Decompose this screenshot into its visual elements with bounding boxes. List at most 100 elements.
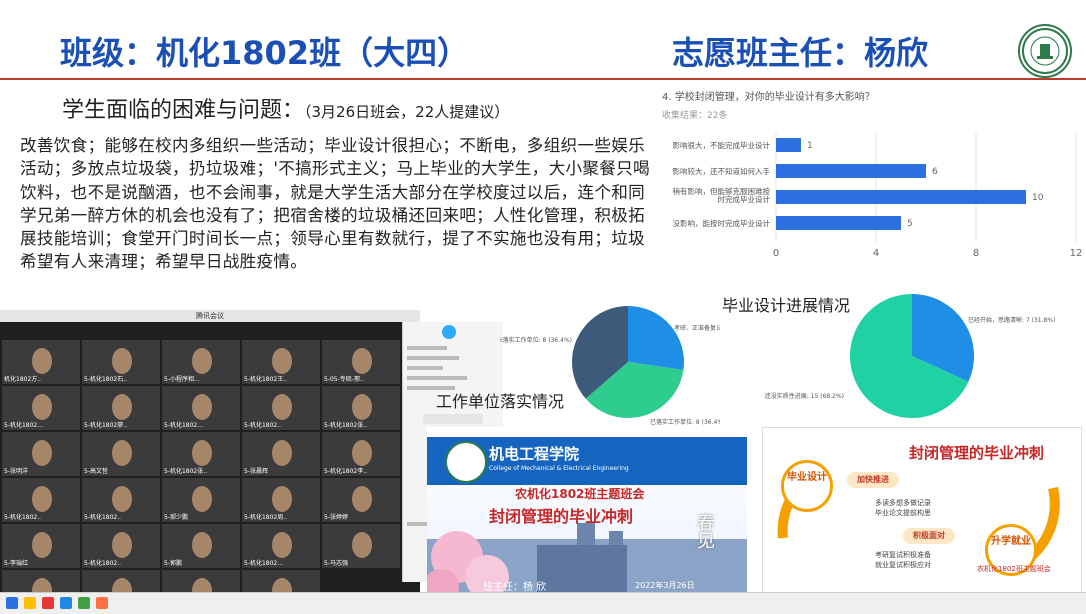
participant-name: 5-机化1802石.. xyxy=(84,376,128,383)
thesis-circle-label: 毕业设计 xyxy=(787,472,827,483)
participant-tile[interactable]: 5-机化1802... xyxy=(162,386,240,430)
participant-name: 5-高文哲 xyxy=(84,468,108,475)
participant-name: 5-机化1802张.. xyxy=(164,468,208,475)
participant-video xyxy=(112,532,132,558)
calligraphy-text: 春见 xyxy=(694,513,715,549)
start-icon[interactable] xyxy=(6,597,18,609)
teacher-title: 志愿班主任：杨欣 xyxy=(672,34,929,72)
section-subtitle: 学生面临的困难与问题：（3月26日班会，22人提建议） xyxy=(62,92,509,124)
participant-tile[interactable]: 5-郝少鹏 xyxy=(162,478,240,522)
college-name: 机电工程学院 xyxy=(489,445,580,463)
participant-tile[interactable]: 5-张晨辉 xyxy=(242,432,320,476)
participant-tile[interactable]: 5-机化1802.. xyxy=(82,478,160,522)
bar-chart-svg: 0 4 8 12影响很大，不能完成毕业设计 1影响较大，还不知道如何入手 6稍有影响，但能… xyxy=(673,132,1083,259)
participant-tile[interactable]: 5-李瑞红 xyxy=(2,524,80,568)
participant-name: 5-机化1802... xyxy=(4,422,43,429)
participant-tile[interactable]: 5-机化1802.. xyxy=(2,478,80,522)
participant-video xyxy=(272,440,292,466)
participant-tile[interactable]: 5-张明洋 xyxy=(2,432,80,476)
participant-video xyxy=(352,348,372,374)
participant-name: 5-机化1802王.. xyxy=(244,376,288,383)
bar-category-label: 影响很大，不能完成毕业设计 xyxy=(673,140,771,150)
participant-name: 5-机化1802... xyxy=(164,422,203,429)
bar-tick-label: 12 xyxy=(1070,248,1083,259)
participant-name: 5-小程序相... xyxy=(164,376,200,383)
participant-video xyxy=(352,486,372,512)
folder-icon[interactable] xyxy=(24,597,36,609)
participant-tile[interactable]: 5-张婷婷 xyxy=(322,478,400,522)
meeting-title: 腾讯会议 xyxy=(196,312,224,320)
graduation-sprint-slide: 封闭管理的毕业冲刺 毕业设计 加快推进 多读多想多做记录 毕业论文提前构思 积极… xyxy=(762,427,1082,599)
participant-video xyxy=(272,348,292,374)
participant-video xyxy=(272,486,292,512)
cover-teacher: 班主任：杨 欣 xyxy=(483,582,547,593)
participant-name: 5-机化1802... xyxy=(244,560,283,567)
video-meeting-window[interactable]: 腾讯会议 机化1802方.. 5-机化1802石.. 5-小程序相... 5-机化18… xyxy=(0,310,503,614)
participant-tile[interactable]: 5-机化1802周.. xyxy=(242,478,320,522)
participant-video xyxy=(192,348,212,374)
job-status-pie: 考研、正准备复试: 6 (27.3%) 已落实工作单位: 8 (36.4%) 未落实… xyxy=(500,306,720,426)
participant-tile[interactable]: 5-小程序相... xyxy=(162,340,240,384)
participant-name: 5-机化1802廖.. xyxy=(84,422,128,429)
slide-title: 班级：机化1802班（大四） xyxy=(60,34,470,72)
meeting-theme: 农机化1802班主题班会 xyxy=(515,487,645,501)
windows-taskbar xyxy=(0,592,1086,614)
participant-name: 5-郭鹏 xyxy=(164,560,182,567)
participant-tile[interactable]: 5-机化1802... xyxy=(2,386,80,430)
bar-category-label: 影响较大，还不知道如何入手 xyxy=(673,166,771,176)
participant-tile[interactable]: 5-机化1802廖.. xyxy=(82,386,160,430)
college-name-en: College of Mechanical & Electrical Engin… xyxy=(489,465,629,472)
subtitle-note: （3月26日班会，22人提建议） xyxy=(304,103,510,121)
participant-tile[interactable]: 5-机化1802张.. xyxy=(322,386,400,430)
participant-tile[interactable]: 5-机化1802王.. xyxy=(242,340,320,384)
bar xyxy=(776,216,901,230)
participant-video xyxy=(192,486,212,512)
bar-value-label: 10 xyxy=(1032,193,1044,203)
participant-name: 5-机化1802.. xyxy=(244,422,282,429)
career-tip-1: 考研复试积极准备 xyxy=(875,551,931,559)
browser-icon[interactable] xyxy=(96,597,108,609)
participant-video xyxy=(32,486,52,512)
participant-video xyxy=(352,394,372,420)
participant-tile[interactable]: 5-机化1802.. xyxy=(82,524,160,568)
participant-tile[interactable]: 5-机化1802张.. xyxy=(162,432,240,476)
header-divider xyxy=(0,78,1086,80)
bar-category-label: 没影响，能按时完成毕业设计 xyxy=(673,218,771,228)
participant-tile[interactable]: 5-05-专硕-邢.. xyxy=(322,340,400,384)
participant-tile[interactable]: 5-机化1802... xyxy=(242,524,320,568)
pie-slice-label: 已落实工作单位: 8 (36.4%) xyxy=(650,418,720,426)
bar xyxy=(776,138,801,152)
pie-slice-label: 未落实工作单位: 8 (36.4%) xyxy=(500,336,572,344)
participant-video xyxy=(32,532,52,558)
participant-tile[interactable]: 机化1802方.. xyxy=(2,340,80,384)
participant-video xyxy=(192,440,212,466)
participant-name: 5-机化1802周.. xyxy=(244,514,288,521)
wps-icon[interactable] xyxy=(42,597,54,609)
college-seal-icon xyxy=(445,441,487,483)
participant-tile[interactable]: 5-机化1802.. xyxy=(242,386,320,430)
bar-value-label: 1 xyxy=(807,141,813,151)
career-tip-2: 就业复试积极应对 xyxy=(875,561,931,569)
thesis-circle: 毕业设计 xyxy=(781,460,833,512)
career-circle-label: 升学就业 xyxy=(991,536,1031,547)
participant-tile[interactable]: 5-马志强 xyxy=(322,524,400,568)
participant-name: 5-机化1802张.. xyxy=(324,422,368,429)
meeting-app-icon[interactable] xyxy=(60,597,72,609)
cover-date: 2022年3月26日 xyxy=(635,581,695,590)
participant-name: 5-郝少鹏 xyxy=(164,514,188,521)
participant-name: 5-机化1802.. xyxy=(84,514,122,521)
wechat-icon[interactable] xyxy=(78,597,90,609)
participant-video xyxy=(352,440,372,466)
participant-name: 5-马志强 xyxy=(324,560,348,567)
sprint-footer: 农机化1802班主题班会 xyxy=(977,565,1051,573)
participant-name: 5-机化1802.. xyxy=(84,560,122,567)
participant-name: 机化1802方.. xyxy=(4,376,42,383)
participant-tile[interactable]: 5-高文哲 xyxy=(82,432,160,476)
pie-slice-label: 还没实质性进展: 15 (68.2%) xyxy=(765,392,844,400)
participant-tile[interactable]: 5-机化1802李.. xyxy=(322,432,400,476)
thesis-tip-2: 毕业论文提前构思 xyxy=(875,509,931,517)
participant-tile[interactable]: 5-机化1802石.. xyxy=(82,340,160,384)
participant-name: 5-张晨辉 xyxy=(244,468,268,475)
participant-tile[interactable]: 5-郭鹏 xyxy=(162,524,240,568)
participant-video xyxy=(192,394,212,420)
